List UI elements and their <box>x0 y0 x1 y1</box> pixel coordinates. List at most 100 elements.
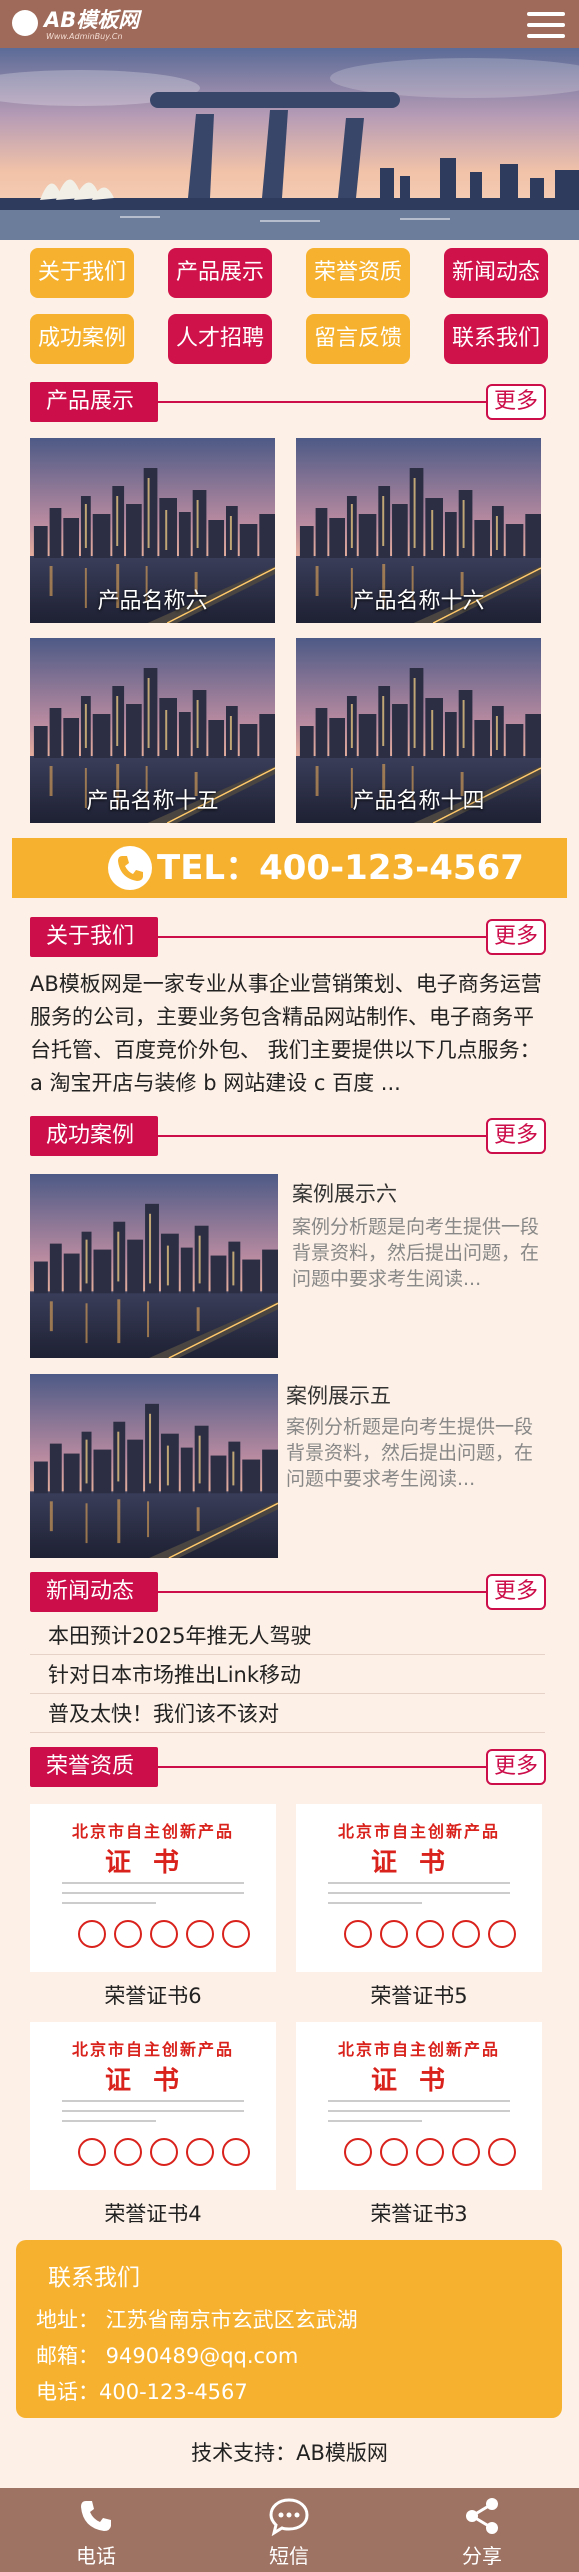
more-button[interactable]: 更多 <box>486 384 546 420</box>
seal-icon <box>452 1920 480 1948</box>
product-name: 产品名称十四 <box>352 789 485 814</box>
news-item[interactable]: 普及太快！我们该不该对 <box>30 1695 545 1733</box>
seal-icon <box>344 2138 372 2166</box>
nav-honors[interactable]: 荣誉资质 <box>306 248 410 298</box>
case-description: 案例分析题是向考生提供一段背景资料，然后提出问题，在问题中要求考生阅读... <box>292 1216 540 1290</box>
products-section-header: 产品展示 更多 <box>30 382 546 422</box>
cert-line <box>62 1882 244 1884</box>
certificate-image[interactable]: 北京市自主创新产品 证书 <box>30 1804 276 1972</box>
product-name: 产品名称十五 <box>86 789 219 814</box>
cert-word: 证书 <box>370 2066 467 2096</box>
tel-number: TEL：400-123-4567 <box>157 848 524 888</box>
divider <box>158 1766 488 1768</box>
section-title: 新闻动态 <box>30 1572 158 1612</box>
nav-products[interactable]: 产品展示 <box>168 248 272 298</box>
certificate-name: 荣誉证书4 <box>104 2202 202 2226</box>
contact-email[interactable]: 邮箱： 9490489@qq.com <box>36 2340 298 2370</box>
section-title: 产品展示 <box>30 382 158 422</box>
hero-banner[interactable] <box>0 48 579 240</box>
certificate-name: 荣誉证书5 <box>370 1984 468 2008</box>
product-card[interactable]: 产品名称六 <box>30 438 275 623</box>
cert-line <box>328 1902 422 1904</box>
nav-feedback[interactable]: 留言反馈 <box>306 314 410 364</box>
seal-icon <box>488 1920 516 1948</box>
case-item[interactable]: 案例展示五 案例分析题是向考生提供一段背景资料，然后提出问题，在问题中要求考生阅… <box>30 1374 550 1558</box>
product-name: 产品名称六 <box>97 589 208 614</box>
nav-contact[interactable]: 联系我们 <box>444 314 548 364</box>
cert-word: 证书 <box>104 2066 201 2096</box>
site-logo[interactable]: AB模板网 Www.AdminBuy.Cn <box>12 8 182 42</box>
cert-heading: 北京市自主创新产品 <box>337 2040 500 2059</box>
news-item[interactable]: 针对日本市场推出Link移动 <box>30 1656 545 1694</box>
cert-line <box>62 1892 244 1894</box>
footer-call-button[interactable]: 电话 <box>36 2488 156 2572</box>
case-image <box>30 1174 278 1358</box>
cert-heading: 北京市自主创新产品 <box>71 1822 234 1841</box>
nav-jobs[interactable]: 人才招聘 <box>168 314 272 364</box>
nav-about[interactable]: 关于我们 <box>30 248 134 298</box>
product-card[interactable]: 产品名称十五 <box>30 638 275 823</box>
cert-line <box>328 2110 510 2112</box>
cert-line <box>62 2110 244 2112</box>
more-button[interactable]: 更多 <box>486 1574 546 1610</box>
divider <box>158 401 488 403</box>
seal-icon <box>186 1920 214 1948</box>
seal-icon <box>114 2138 142 2166</box>
honors-section-header: 荣誉资质 更多 <box>30 1747 546 1787</box>
product-card[interactable]: 产品名称十四 <box>296 638 541 823</box>
cert-heading: 北京市自主创新产品 <box>71 2040 234 2059</box>
divider <box>158 1135 488 1137</box>
chat-bubble-icon <box>269 2498 309 2536</box>
certificate-image[interactable]: 北京市自主创新产品 证书 <box>30 2022 276 2190</box>
footer-share-button[interactable]: 分享 <box>422 2488 542 2572</box>
product-card[interactable]: 产品名称十六 <box>296 438 541 623</box>
footer-sms-button[interactable]: 短信 <box>229 2488 349 2572</box>
contact-phone[interactable]: 电话：400-123-4567 <box>36 2376 248 2406</box>
contact-title: 联系我们 <box>48 2265 140 2291</box>
seal-icon <box>78 1920 106 1948</box>
certificate-name: 荣誉证书6 <box>104 1984 202 2008</box>
news-item[interactable]: 本田预计2025年推无人驾驶 <box>30 1617 545 1655</box>
section-title: 成功案例 <box>30 1116 158 1156</box>
seal-icon <box>78 2138 106 2166</box>
nav-cases[interactable]: 成功案例 <box>30 314 134 364</box>
seal-icon <box>150 1920 178 1948</box>
footer-label: 短信 <box>269 2544 309 2568</box>
more-button[interactable]: 更多 <box>486 919 546 955</box>
seal-icon <box>222 2138 250 2166</box>
cert-line <box>328 1882 510 1884</box>
bottom-toolbar: 电话 短信 分享 <box>0 2488 579 2572</box>
case-item[interactable]: 案例展示六 案例分析题是向考生提供一段背景资料，然后提出问题，在问题中要求考生阅… <box>30 1174 550 1358</box>
case-title: 案例展示六 <box>292 1182 397 1206</box>
seal-icon <box>380 1920 408 1948</box>
tech-support: 技术支持：AB模版网 <box>191 2441 388 2465</box>
cert-heading: 北京市自主创新产品 <box>337 1822 500 1841</box>
cert-line <box>62 2100 244 2102</box>
seal-icon <box>452 2138 480 2166</box>
more-button[interactable]: 更多 <box>486 1118 546 1154</box>
case-description: 案例分析题是向考生提供一段背景资料，然后提出问题，在问题中要求考生阅读... <box>286 1416 534 1490</box>
nav-news[interactable]: 新闻动态 <box>444 248 548 298</box>
logo-mark-icon <box>12 10 38 36</box>
seal-icon <box>416 2138 444 2166</box>
cert-line <box>328 2120 422 2122</box>
share-icon <box>466 2498 498 2534</box>
seal-icon <box>488 2138 516 2166</box>
case-title: 案例展示五 <box>286 1384 391 1408</box>
divider <box>158 936 488 938</box>
divider <box>158 1591 488 1593</box>
hamburger-menu-icon[interactable] <box>525 10 567 40</box>
tel-banner[interactable]: TEL：400-123-4567 <box>12 838 567 898</box>
about-section-header: 关于我们 更多 <box>30 917 546 957</box>
seal-icon <box>114 1920 142 1948</box>
contact-box: 联系我们 地址： 江苏省南京市玄武区玄武湖 邮箱： 9490489@qq.com… <box>16 2240 562 2418</box>
section-title: 荣誉资质 <box>30 1747 158 1787</box>
product-name: 产品名称十六 <box>352 589 485 614</box>
seal-icon <box>222 1920 250 1948</box>
certificate-image[interactable]: 北京市自主创新产品 证书 <box>296 2022 542 2190</box>
contact-address: 地址： 江苏省南京市玄武区玄武湖 <box>36 2308 358 2332</box>
seal-icon <box>186 2138 214 2166</box>
more-button[interactable]: 更多 <box>486 1749 546 1785</box>
certificate-image[interactable]: 北京市自主创新产品 证书 <box>296 1804 542 1972</box>
logo-subtext: Www.AdminBuy.Cn <box>46 32 123 41</box>
